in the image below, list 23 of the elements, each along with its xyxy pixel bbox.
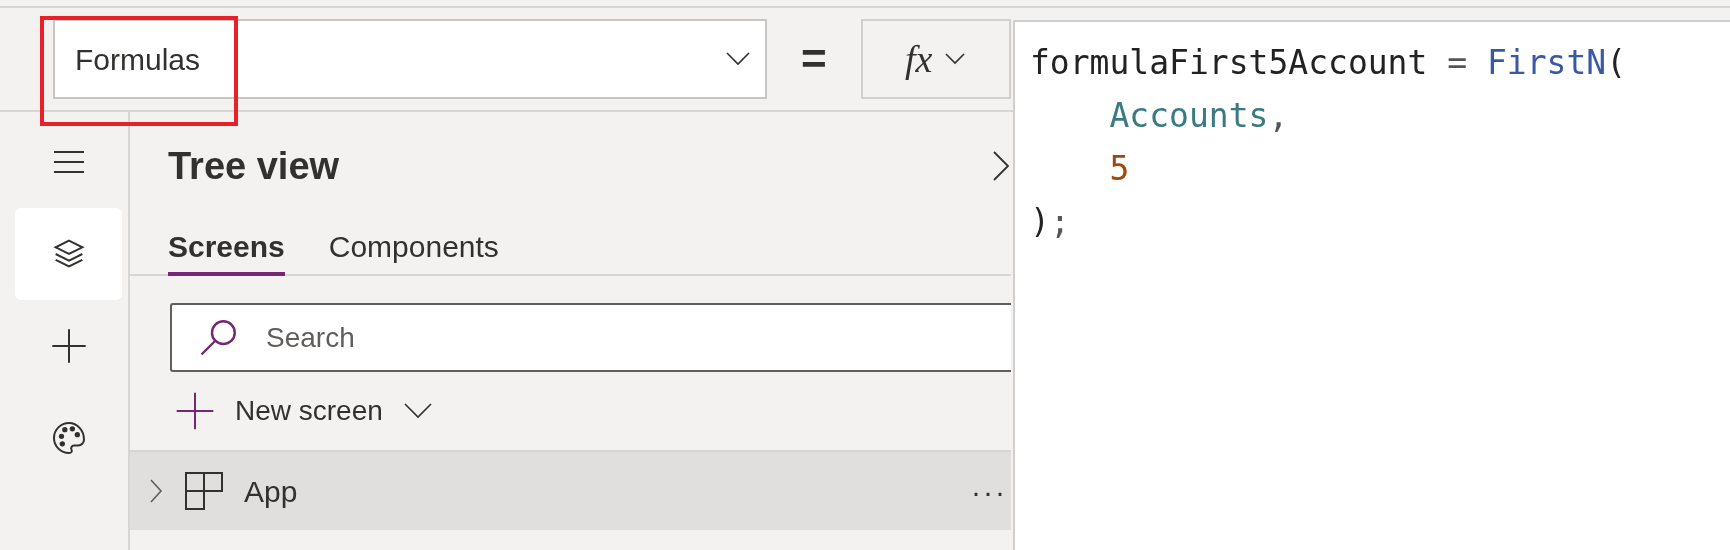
- chevron-down-icon: [944, 52, 967, 66]
- code-editor[interactable]: formulaFirst5Account = FirstN( Accounts, 5 );: [1013, 20, 1730, 550]
- equals-sign: =: [801, 33, 827, 85]
- tree-item-label: App: [244, 473, 298, 510]
- search-field[interactable]: Search: [170, 303, 1011, 372]
- plus-icon: [175, 391, 215, 431]
- chevron-down-icon: [402, 402, 433, 420]
- tab[interactable]: Screens: [168, 220, 285, 276]
- code-line: formulaFirst5Account = FirstN(: [1030, 42, 1627, 84]
- app-grid-icon: [184, 471, 224, 511]
- fx-button[interactable]: fx: [860, 19, 1011, 99]
- tree-item[interactable]: App ···: [130, 450, 1011, 530]
- tab[interactable]: Components: [328, 220, 499, 276]
- code-line: 5: [1108, 148, 1130, 190]
- more-options-button[interactable]: ···: [971, 468, 1007, 514]
- chevron-down-icon: [725, 51, 751, 67]
- property-dropdown[interactable]: Formulas: [53, 19, 767, 99]
- chevron-right-icon[interactable]: [991, 149, 1011, 183]
- code-line: Accounts,: [1108, 95, 1289, 137]
- new-screen-button[interactable]: New screen: [130, 372, 433, 450]
- rail-button[interactable]: [15, 208, 122, 300]
- code-line: );: [1030, 201, 1070, 243]
- panel-title: Tree view: [168, 143, 340, 189]
